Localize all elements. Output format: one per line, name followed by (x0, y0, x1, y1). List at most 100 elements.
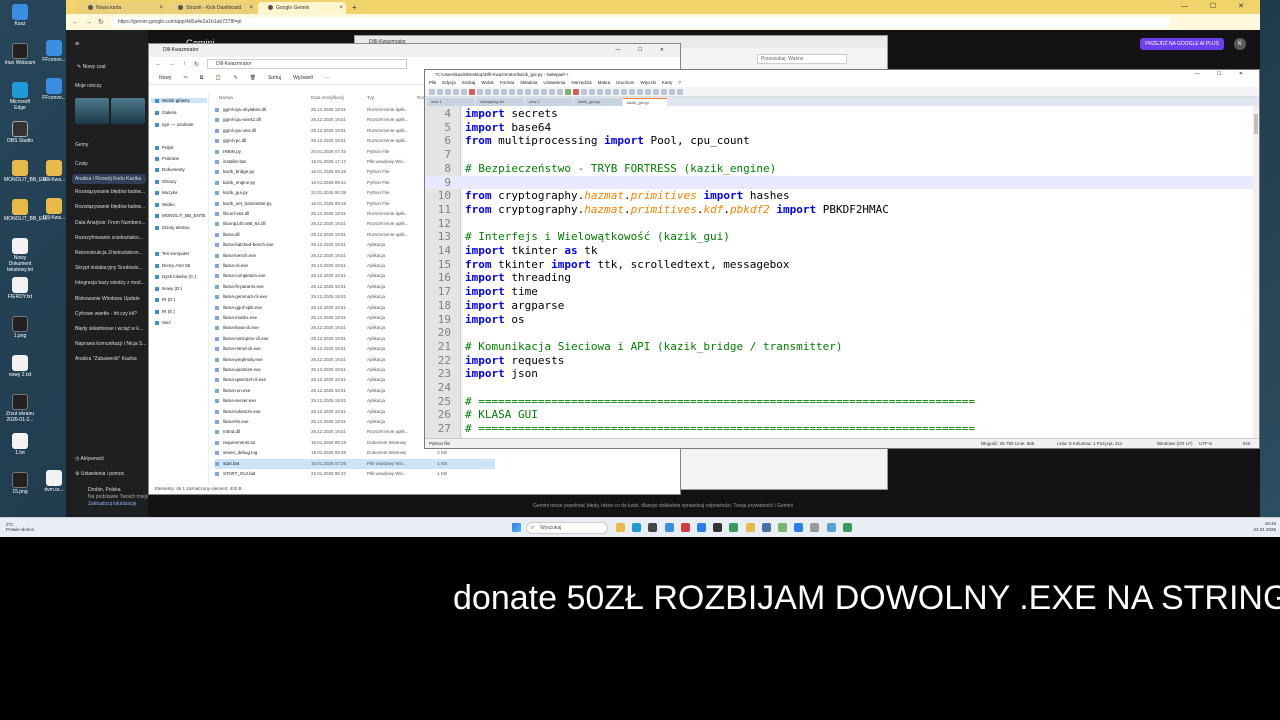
toolbar-button-icon[interactable] (485, 88, 491, 95)
taskbar-app-icon[interactable] (664, 523, 674, 532)
taskbar-app-icon[interactable] (745, 523, 755, 532)
toolbar-button-icon[interactable] (613, 88, 619, 95)
toolbar-button-icon[interactable] (629, 88, 635, 95)
taskbar-search[interactable]: ⌕ Wyszukaj (526, 522, 608, 534)
back-icon[interactable]: ← (72, 19, 79, 26)
sidebar-item[interactable]: Sieć (155, 320, 209, 325)
start-button[interactable] (512, 523, 521, 532)
toolbar-button-icon[interactable] (509, 88, 515, 95)
toolbar-item[interactable]: 📋 (215, 75, 221, 81)
editor-tab[interactable]: kazik_gui.py (623, 98, 667, 106)
browser-tab[interactable]: Nowa karta × (78, 2, 166, 14)
settings-item[interactable]: ⚙ Ustawienia i pomoc (75, 471, 147, 477)
desktop-icon[interactable]: Iriun Webcam (4, 43, 36, 66)
toolbar-button-icon[interactable] (517, 88, 523, 95)
thumbnail[interactable] (111, 98, 145, 124)
taskbar-app-icon[interactable] (810, 523, 820, 532)
toolbar-button-icon[interactable] (565, 88, 571, 95)
explorer-window-controls[interactable]: — ☐ ✕ (616, 44, 672, 57)
toolbar-button-icon[interactable] (549, 88, 555, 95)
desktop-icon[interactable]: 1.png (4, 316, 36, 339)
file-row[interactable]: seven_debug.log 18.01.2026 09:29 Dokument … (215, 448, 495, 458)
toolbar-button-icon[interactable] (541, 88, 547, 95)
menu-item[interactable]: Format (500, 79, 514, 87)
window-controls[interactable]: — ☐ ✕ (1181, 0, 1254, 14)
sidebar-item[interactable]: Dielcy ASA 50 (155, 263, 209, 268)
taskbar-app-icon[interactable] (794, 523, 804, 532)
npp-window-controls[interactable]: — ☐ ✕ (1195, 70, 1251, 79)
taskbar-app-icon[interactable] (842, 523, 852, 532)
explorer-back-search[interactable]: Przeszukaj: Ważne (757, 54, 847, 64)
chat-item[interactable]: Rekonstrukcja Zniekształcon... (75, 250, 147, 256)
menu-item[interactable]: Karty (662, 79, 673, 87)
toolbar-button-icon[interactable] (597, 88, 603, 95)
browser-tab[interactable]: Strusiń - Kick Dashboard × (168, 2, 256, 14)
file-row[interactable]: start.bat 15.01.2026 07:26 Plik wsadowy Wi… (215, 458, 495, 469)
toolbar-button-icon[interactable] (573, 88, 579, 95)
editor-tab[interactable]: changelog.txt (476, 98, 524, 106)
chat-item[interactable]: Błędy składniowe i wciąć w k... (75, 326, 147, 332)
code-editor[interactable]: 4 import secrets 5 import base64 6 from multi… (425, 106, 1259, 438)
chat-item[interactable]: Skrypt instalacyjny Środowis... (75, 265, 147, 271)
sidebar-item[interactable]: IR (E:) (155, 309, 209, 314)
column-header[interactable]: Data modyfikacji (311, 95, 344, 100)
menu-item[interactable]: Ustawienia (543, 79, 565, 87)
back-icon[interactable]: ← (155, 61, 161, 67)
sidebar-item[interactable]: Widok główny (151, 98, 207, 103)
sidebar-item[interactable]: Dysk lokalny (C:) (155, 274, 209, 279)
desktop-icon[interactable]: Zrzut ekranu 2026-01-2... (4, 394, 36, 423)
taskbar-app-icon[interactable] (648, 523, 658, 532)
toolbar-item[interactable]: 🗑 (250, 75, 256, 81)
sidebar-item[interactable]: Obrazy (155, 179, 209, 184)
menu-item[interactable]: Widok (481, 79, 494, 87)
explorer-path[interactable]: Dlll-Kwazmrator (207, 59, 408, 69)
toolbar-button-icon[interactable] (525, 88, 531, 95)
toolbar-item[interactable]: ✂ (184, 75, 188, 81)
menu-icon[interactable]: ≡ (75, 41, 147, 48)
refresh-icon[interactable]: ↻ (194, 61, 199, 68)
menu-item[interactable]: Składnia (520, 79, 537, 87)
toolbar-button-icon[interactable] (589, 88, 595, 95)
desktop-icon[interactable]: Kosz (4, 4, 36, 27)
editor-tab[interactable]: new 2 (525, 98, 573, 106)
sidebar-item[interactable]: MONOLIT_BB_ENTE (155, 213, 209, 218)
desktop-icon[interactable]: MONOLIT_BB_EN... (4, 199, 50, 222)
toolbar-button-icon[interactable] (637, 88, 643, 95)
menu-item[interactable]: Plik (429, 79, 436, 87)
menu-item[interactable]: Makra (598, 79, 611, 87)
weather-widget[interactable]: 0°C Prawie słońce. (6, 522, 35, 532)
scroll-thumb[interactable] (1254, 114, 1258, 134)
taskbar-app-icon[interactable] (616, 523, 625, 532)
sidebar-item[interactable]: Pobrane (155, 156, 209, 161)
column-header[interactable]: Nazwa (219, 95, 233, 100)
toolbar-button-icon[interactable] (645, 88, 651, 95)
editor-tab[interactable]: kazik_gui.py (574, 98, 622, 106)
desktop-icon[interactable]: Nowy Dokument tekstowy.txt (4, 238, 36, 273)
forward-icon[interactable]: → (169, 61, 175, 67)
close-icon[interactable]: × (159, 2, 163, 14)
sidebar-item[interactable]: IR (D:) (155, 297, 209, 302)
new-chat-button[interactable]: ✎ Nowy czat (77, 64, 149, 70)
toolbar-button-icon[interactable] (581, 88, 587, 95)
toolbar-button-icon[interactable] (429, 88, 435, 95)
sidebar-item[interactable]: Dokumenty (155, 167, 209, 172)
toolbar-item[interactable]: Nowy (159, 75, 172, 81)
menu-item[interactable]: Szukaj (462, 79, 476, 87)
chat-item[interactable]: Blokowanie Windows Update (75, 296, 147, 302)
toolbar-item[interactable]: ⧉ (200, 75, 204, 81)
chat-item[interactable]: Rozwiązywanie błędów ładow... (75, 204, 147, 210)
toolbar-button-icon[interactable] (469, 88, 475, 95)
sidebar-item[interactable]: Pulpit (155, 145, 209, 150)
chat-item[interactable]: Naprawa komunikacji i Nicja S... (75, 341, 147, 347)
toolbar-item[interactable]: Sortuj (268, 75, 281, 81)
toolbar-button-icon[interactable] (661, 88, 667, 95)
desktop-icon[interactable]: Microsoft Edge (4, 82, 36, 111)
url-input[interactable]: https://gemini.google.com/app/4d5a4e2a1b… (109, 16, 1170, 28)
toolbar-button-icon[interactable] (501, 88, 507, 95)
toolbar-button-icon[interactable] (445, 88, 451, 95)
sidebar-item[interactable]: Igor — osobiste (155, 122, 209, 127)
column-header[interactable]: Typ (367, 95, 374, 100)
desktop-icon[interactable]: MONOLIT_BB_EN... (4, 160, 50, 183)
toolbar-button-icon[interactable] (653, 88, 659, 95)
close-icon[interactable]: × (249, 2, 253, 14)
